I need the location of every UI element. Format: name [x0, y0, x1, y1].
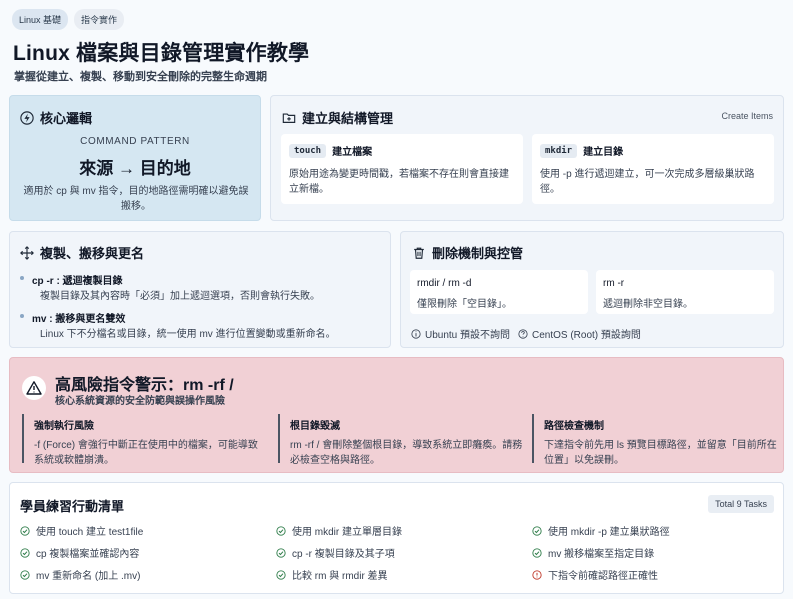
- task-item: 下指令前確認路徑正確性: [532, 567, 658, 582]
- copy-move-card: 複製、搬移與更名 cp -r : 遞迴複製目錄 複製目錄及其內容時「必須」加上遞…: [9, 231, 391, 348]
- alert-circle-icon: [532, 569, 542, 580]
- command-note: 適用於 cp 與 mv 指令，目的地路徑需明確以避免誤搬移。: [23, 186, 249, 212]
- mkdir-label: 建立目錄: [583, 147, 624, 158]
- warning-card: 高風險指令警示：rm -rf / 核心系統資源的安全防範與誤操作風險 強制執行風…: [9, 357, 784, 473]
- check-circle-icon: [20, 525, 30, 536]
- page-title: Linux 檔案與目錄管理實作教學: [13, 42, 310, 65]
- check-circle-icon: [276, 525, 286, 536]
- delete-title-text: 刪除機制與控管: [432, 246, 524, 261]
- tag-list: Linux 基礎 指令實作: [12, 9, 125, 30]
- folder-plus-icon: [282, 111, 296, 125]
- risk-force-desc: -f (Force) 會強行中斷正在使用中的檔案，可能導致系統或軟體崩潰。: [34, 440, 258, 466]
- ubuntu-note: Ubuntu 預設不詢問: [411, 326, 510, 341]
- task-item: mv 重新命名 (加上 .mv): [20, 567, 140, 582]
- command-pattern-label: COMMAND PATTERN: [80, 136, 190, 147]
- task-item: 使用 mkdir -p 建立巢狀路徑: [532, 523, 670, 538]
- core-logic-title-text: 核心邏輯: [40, 111, 93, 126]
- risk-root-head: 根目錄毀滅: [290, 421, 340, 432]
- copy-move-title: 複製、搬移與更名: [20, 243, 144, 262]
- task-text: cp -r 複製目錄及其子項: [292, 549, 395, 560]
- ubuntu-note-text: Ubuntu 預設不詢問: [425, 330, 511, 341]
- touch-card: touch 建立檔案 原始用途為變更時間戳，若檔案不存在則會直接建立新檔。: [281, 134, 523, 204]
- rm-r-box: rm -r 遞迴刪除非空目錄。: [596, 270, 774, 314]
- mkdir-code: mkdir: [540, 143, 578, 158]
- centos-note-text: CentOS (Root) 預設詢問: [532, 330, 641, 341]
- rmdir-desc: 僅限刪除「空目錄」。: [417, 299, 512, 310]
- mv-desc: Linux 下不分檔名或目錄，統一使用 mv 進行位置變動或重新命名。: [40, 329, 336, 340]
- create-items-tag: Create Items: [721, 111, 773, 121]
- task-text: mv 重新命名 (加上 .mv): [36, 571, 141, 582]
- rm-r-cmd: rm -r: [603, 278, 625, 289]
- move-arrows-icon: [20, 245, 34, 260]
- risk-root-desc: rm -rf / 會刪除整個根目錄，導致系統立即癱瘓。請務必檢查空格與路徑。: [290, 440, 523, 466]
- check-circle-icon: [532, 525, 542, 536]
- create-title: 建立與結構管理: [282, 108, 393, 127]
- command-formula: 來源 → 目的地: [79, 159, 191, 178]
- risk-force: 強制執行風險 -f (Force) 會強行中斷正在使用中的檔案，可能導致系統或軟…: [22, 414, 267, 466]
- bullet-dot: [20, 314, 24, 318]
- risk-root: 根目錄毀滅 rm -rf / 會刪除整個根目錄，導致系統立即癱瘓。請務必檢查空格…: [278, 414, 523, 466]
- risk-force-head: 強制執行風險: [34, 421, 94, 432]
- question-icon: [518, 328, 528, 339]
- tasks-card: 學員練習行動清單 Total 9 Tasks 使用 touch 建立 test1…: [9, 482, 784, 594]
- check-circle-icon: [20, 547, 30, 558]
- task-text: 使用 mkdir 建立單層目錄: [292, 527, 402, 538]
- mkdir-card: mkdir 建立目錄 使用 -p 進行遞迴建立，可一次完成多層級巢狀路徑。: [532, 134, 774, 204]
- warning-subtitle: 核心系統資源的安全防範與誤操作風險: [55, 396, 225, 407]
- bullet-dot: [20, 276, 24, 280]
- risk-path-check: 路徑檢查機制 下達指令前先用 ls 預覽目標路徑，並留意「目前所在位置」以免誤刪…: [532, 414, 777, 466]
- cp-head: cp -r : 遞迴複製目錄: [32, 276, 123, 287]
- task-text: mv 搬移檔案至指定目錄: [548, 549, 655, 560]
- centos-note: CentOS (Root) 預設詢問: [518, 326, 641, 341]
- page-subtitle: 掌握從建立、複製、移動到安全刪除的完整生命週期: [14, 71, 267, 83]
- task-text: 使用 touch 建立 test1file: [36, 527, 144, 538]
- cp-desc: 複製目錄及其內容時「必須」加上遞迴選項，否則會執行失敗。: [40, 291, 320, 302]
- lightning-icon: [20, 110, 34, 125]
- tag-command-practice: 指令實作: [74, 9, 125, 30]
- check-circle-icon: [276, 547, 286, 558]
- rm-r-desc: 遞迴刪除非空目錄。: [603, 299, 693, 310]
- touch-label: 建立檔案: [332, 147, 373, 158]
- task-item: 比較 rm 與 rmdir 差異: [276, 567, 388, 582]
- rmdir-box: rmdir / rm -d 僅限刪除「空目錄」。: [410, 270, 588, 314]
- trash-icon: [412, 246, 426, 260]
- task-item: cp -r 複製目錄及其子項: [276, 545, 395, 560]
- task-text: 比較 rm 與 rmdir 差異: [292, 571, 388, 582]
- risk-path-head: 路徑檢查機制: [544, 421, 604, 432]
- check-circle-icon: [532, 547, 542, 558]
- core-logic-title: 核心邏輯: [20, 108, 92, 127]
- warning-icon: [22, 376, 46, 400]
- delete-card: 刪除機制與控管 rmdir / rm -d 僅限刪除「空目錄」。 rm -r 遞…: [400, 231, 784, 348]
- core-logic-card: 核心邏輯 COMMAND PATTERN 來源 → 目的地 適用於 cp 與 m…: [9, 95, 261, 221]
- task-item: cp 複製檔案並確認內容: [20, 545, 139, 560]
- task-text: 使用 mkdir -p 建立巢狀路徑: [548, 527, 670, 538]
- delete-title: 刪除機制與控管: [412, 243, 523, 262]
- mv-head: mv : 搬移與更名雙效: [32, 314, 126, 325]
- create-title-text: 建立與結構管理: [302, 111, 394, 126]
- check-circle-icon: [20, 569, 30, 580]
- mkdir-desc: 使用 -p 進行遞迴建立，可一次完成多層級巢狀路徑。: [540, 169, 755, 195]
- task-text: cp 複製檔案並確認內容: [36, 549, 140, 560]
- info-icon: [411, 328, 421, 339]
- task-item: 使用 mkdir 建立單層目錄: [276, 523, 402, 538]
- risk-path-desc: 下達指令前先用 ls 預覽目標路徑，並留意「目前所在位置」以免誤刪。: [544, 440, 777, 466]
- check-circle-icon: [276, 569, 286, 580]
- tasks-count-badge: Total 9 Tasks: [708, 495, 774, 513]
- bullet-mv: mv : 搬移與更名雙效 Linux 下不分檔名或目錄，統一使用 mv 進行位置…: [20, 310, 380, 342]
- create-card: 建立與結構管理 Create Items touch 建立檔案 原始用途為變更時…: [270, 95, 784, 221]
- task-text: 下指令前確認路徑正確性: [548, 571, 658, 582]
- copy-move-title-text: 複製、搬移與更名: [40, 246, 145, 261]
- bullet-cp: cp -r : 遞迴複製目錄 複製目錄及其內容時「必須」加上遞迴選項，否則會執行…: [20, 272, 380, 304]
- tasks-title: 學員練習行動清單: [20, 499, 125, 514]
- tag-linux-basics: Linux 基礎: [12, 9, 69, 30]
- rmdir-cmd: rmdir / rm -d: [417, 278, 472, 289]
- touch-desc: 原始用途為變更時間戳，若檔案不存在則會直接建立新檔。: [289, 169, 509, 195]
- task-item: 使用 touch 建立 test1file: [20, 523, 143, 538]
- touch-code: touch: [289, 143, 327, 158]
- task-item: mv 搬移檔案至指定目錄: [532, 545, 654, 560]
